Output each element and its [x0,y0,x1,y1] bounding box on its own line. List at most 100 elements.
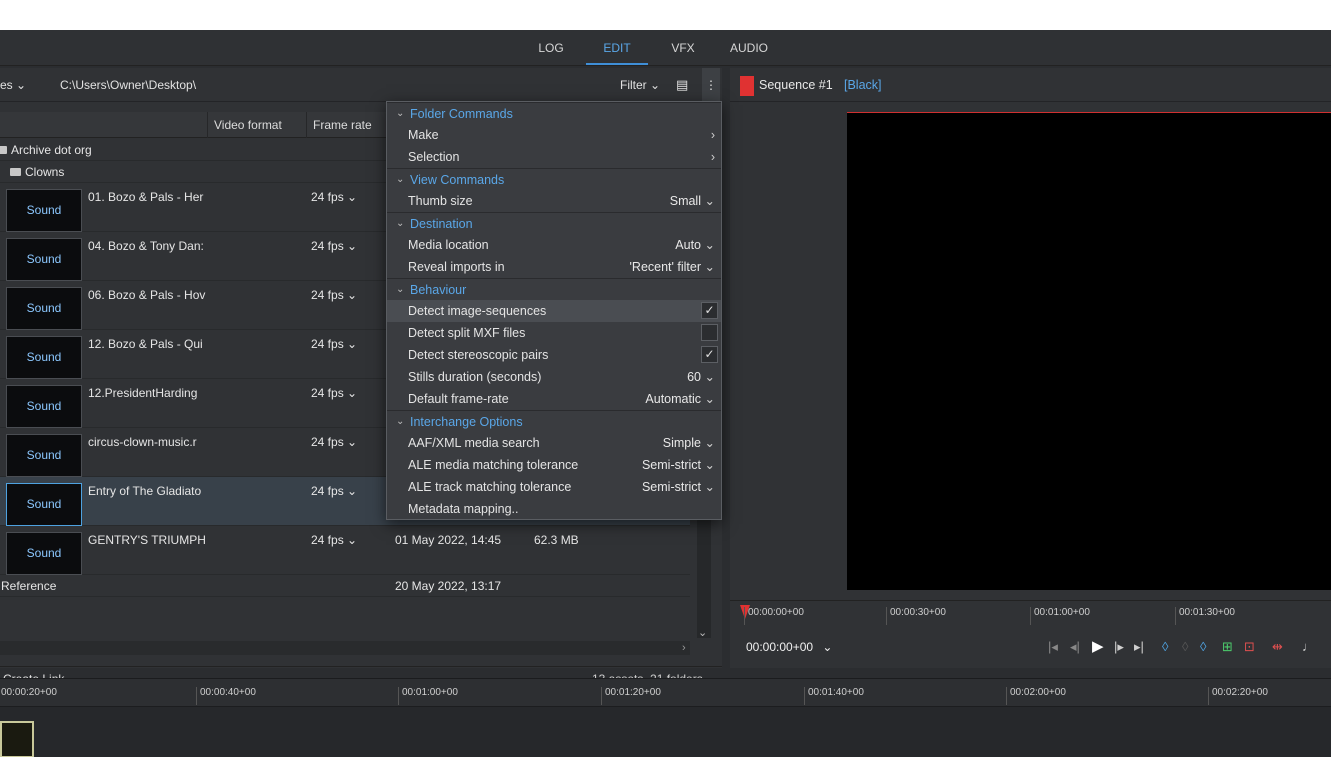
section-folder-commands[interactable]: ⌄ Folder Commands [387,102,721,124]
chevron-down-icon: ⌄ [347,288,358,302]
menu-item-default-frame-rate[interactable]: Default frame-rate Automatic ⌄ [387,388,721,410]
go-to-start-icon[interactable]: |◂ [1048,639,1058,655]
clip-thumbnail[interactable]: Sound [6,336,82,379]
chevron-right-icon: › [710,128,715,142]
step-back-icon[interactable]: ◂| [1070,639,1080,655]
list-view-icon[interactable]: ▤ [676,68,688,102]
section-interchange-options[interactable]: ⌄ Interchange Options [387,410,721,432]
clip-fps[interactable]: 24 fps ⌄ [311,386,357,400]
menu-item-ale-media-tolerance[interactable]: ALE media matching tolerance Semi-strict ⌄ [387,454,721,476]
timeline-ruler[interactable]: 00:00:20+00 00:00:40+00 00:01:00+00 00:0… [0,679,1331,707]
menu-item-thumb-size[interactable]: Thumb size Small ⌄ [387,190,721,212]
checkbox-checked[interactable]: ✓ [701,302,718,319]
menu-item-detect-image-sequences[interactable]: Detect image-sequences ✓ [387,300,721,322]
source-dropdown[interactable]: es ⌄ [0,68,26,102]
clip-name: 01. Bozo & Pals - Her [88,190,204,204]
extract-icon[interactable]: ⇹ [1272,639,1283,655]
chevron-down-icon: ⌄ [704,392,715,406]
chevron-down-icon: ⌄ [396,218,405,229]
clip-thumbnail[interactable]: Sound [6,434,82,477]
menu-item-detect-stereoscopic[interactable]: Detect stereoscopic pairs ✓ [387,344,721,366]
table-row[interactable]: Sound GENTRY'S TRIUMPH. 24 fps ⌄ 01 May … [0,526,690,575]
timeline-panel: 00:00:20+00 00:00:40+00 00:01:00+00 00:0… [0,678,1331,757]
clip-name: 06. Bozo & Pals - Hov [88,288,206,302]
chevron-down-icon: ⌄ [704,458,715,472]
step-forward-icon[interactable]: |▸ [1114,639,1124,655]
clip-fps[interactable]: 24 fps ⌄ [311,435,357,449]
clip-thumbnail[interactable]: Sound [6,189,82,232]
clip-thumbnail[interactable]: Sound [6,287,82,330]
clip-name: circus-clown-music.r [88,435,197,449]
menu-item-detect-split-mxf[interactable]: Detect split MXF files [387,322,721,344]
mark-out-icon[interactable]: ◊ [1200,639,1206,654]
ruler-tick: 00:00:40+00 [196,687,256,705]
clip-thumbnail[interactable]: Sound [6,385,82,428]
folder-name: Archive dot org [11,143,92,157]
tab-audio[interactable]: AUDIO [720,30,778,65]
folder-icon [10,168,21,176]
scroll-right-icon[interactable]: › [682,642,686,654]
clip-fps[interactable]: 24 fps ⌄ [311,337,357,351]
lift-icon[interactable]: ⊡ [1244,639,1255,655]
menu-item-reveal-imports[interactable]: Reveal imports in 'Recent' filter ⌄ [387,256,721,278]
chevron-down-icon: ⌄ [704,238,715,252]
transport-bar: 00:00:00+00 ⌄ |◂ ◂| ▶ |▸ ▸| ◊ ◊ ◊ ⊞ ⊡ ⇹ … [730,630,1331,664]
viewer-header: Sequence #1 [Black] [730,68,1331,102]
tab-vfx[interactable]: VFX [660,30,706,65]
chevron-down-icon: ⌄ [347,484,358,498]
filter-dropdown[interactable]: Filter ⌄ [620,68,660,102]
scroll-down-icon[interactable]: ⌄ [698,626,707,639]
section-destination[interactable]: ⌄ Destination [387,212,721,234]
timeline-clip[interactable] [0,721,34,757]
more-options-icon[interactable]: ⋮ [702,68,720,102]
viewer-ruler[interactable]: 00:00:00+00 00:00:30+00 00:01:00+00 00:0… [730,600,1331,626]
section-view-commands[interactable]: ⌄ View Commands [387,168,721,190]
folder-name: Reference [1,579,57,593]
checkbox-checked[interactable]: ✓ [701,346,718,363]
col-frame-rate[interactable]: Frame rate [306,112,390,138]
col-video-format[interactable]: Video format [207,112,306,138]
menu-item-stills-duration[interactable]: Stills duration (seconds) 60 ⌄ [387,366,721,388]
chevron-down-icon: ⌄ [704,260,715,274]
clip-fps[interactable]: 24 fps ⌄ [311,533,357,547]
clip-thumbnail[interactable]: Sound [6,238,82,281]
clip-thumbnail[interactable]: Sound [6,532,82,575]
folder-icon [0,146,7,154]
timecode-display[interactable]: 00:00:00+00 ⌄ [746,640,832,654]
clip-size: 62.3 MB [534,533,579,547]
section-behaviour[interactable]: ⌄ Behaviour [387,278,721,300]
chevron-down-icon: ⌄ [822,640,833,654]
sequence-tag: [Black] [844,78,882,92]
clip-fps[interactable]: 24 fps ⌄ [311,288,357,302]
go-to-end-icon[interactable]: ▸| [1134,639,1144,655]
video-display[interactable] [847,112,1331,590]
folder-row-reference[interactable]: Reference 20 May 2022, 13:17 [0,575,690,597]
mark-clip-icon[interactable]: ◊ [1182,639,1188,654]
sequence-title[interactable]: Sequence #1 [759,68,833,102]
tab-edit[interactable]: EDIT [586,30,648,65]
menu-item-selection[interactable]: Selection › [387,146,721,168]
ruler-tick: 00:02:20+00 [1208,687,1268,705]
clip-fps[interactable]: 24 fps ⌄ [311,484,357,498]
microphone-icon[interactable]: ♩ [1302,639,1315,654]
sequence-viewer: Sequence #1 [Black] 00:00:00+00 00:00:30… [730,68,1331,668]
tab-log[interactable]: LOG [526,30,576,65]
mark-in-icon[interactable]: ◊ [1162,639,1168,654]
horizontal-scrollbar[interactable] [0,641,690,655]
clip-thumbnail[interactable]: Sound [6,483,82,526]
clip-fps[interactable]: 24 fps ⌄ [311,190,357,204]
chevron-down-icon: ⌄ [396,108,405,119]
clip-fps[interactable]: 24 fps ⌄ [311,239,357,253]
play-icon[interactable]: ▶ [1092,637,1104,655]
add-marker-icon[interactable]: ⊞ [1222,639,1233,655]
ruler-tick: 00:01:30+00 [1175,607,1235,625]
menu-item-ale-track-tolerance[interactable]: ALE track matching tolerance Semi-strict ⌄ [387,476,721,498]
chevron-down-icon: ⌄ [347,533,358,547]
menu-item-make[interactable]: Make › [387,124,721,146]
chevron-down-icon: ⌄ [396,174,405,185]
path-breadcrumb[interactable]: C:\Users\Owner\Desktop\ [60,68,196,102]
menu-item-aaf-xml-search[interactable]: AAF/XML media search Simple ⌄ [387,432,721,454]
menu-item-metadata-mapping[interactable]: Metadata mapping.. [387,498,721,520]
menu-item-media-location[interactable]: Media location Auto ⌄ [387,234,721,256]
checkbox-unchecked[interactable] [701,324,718,341]
